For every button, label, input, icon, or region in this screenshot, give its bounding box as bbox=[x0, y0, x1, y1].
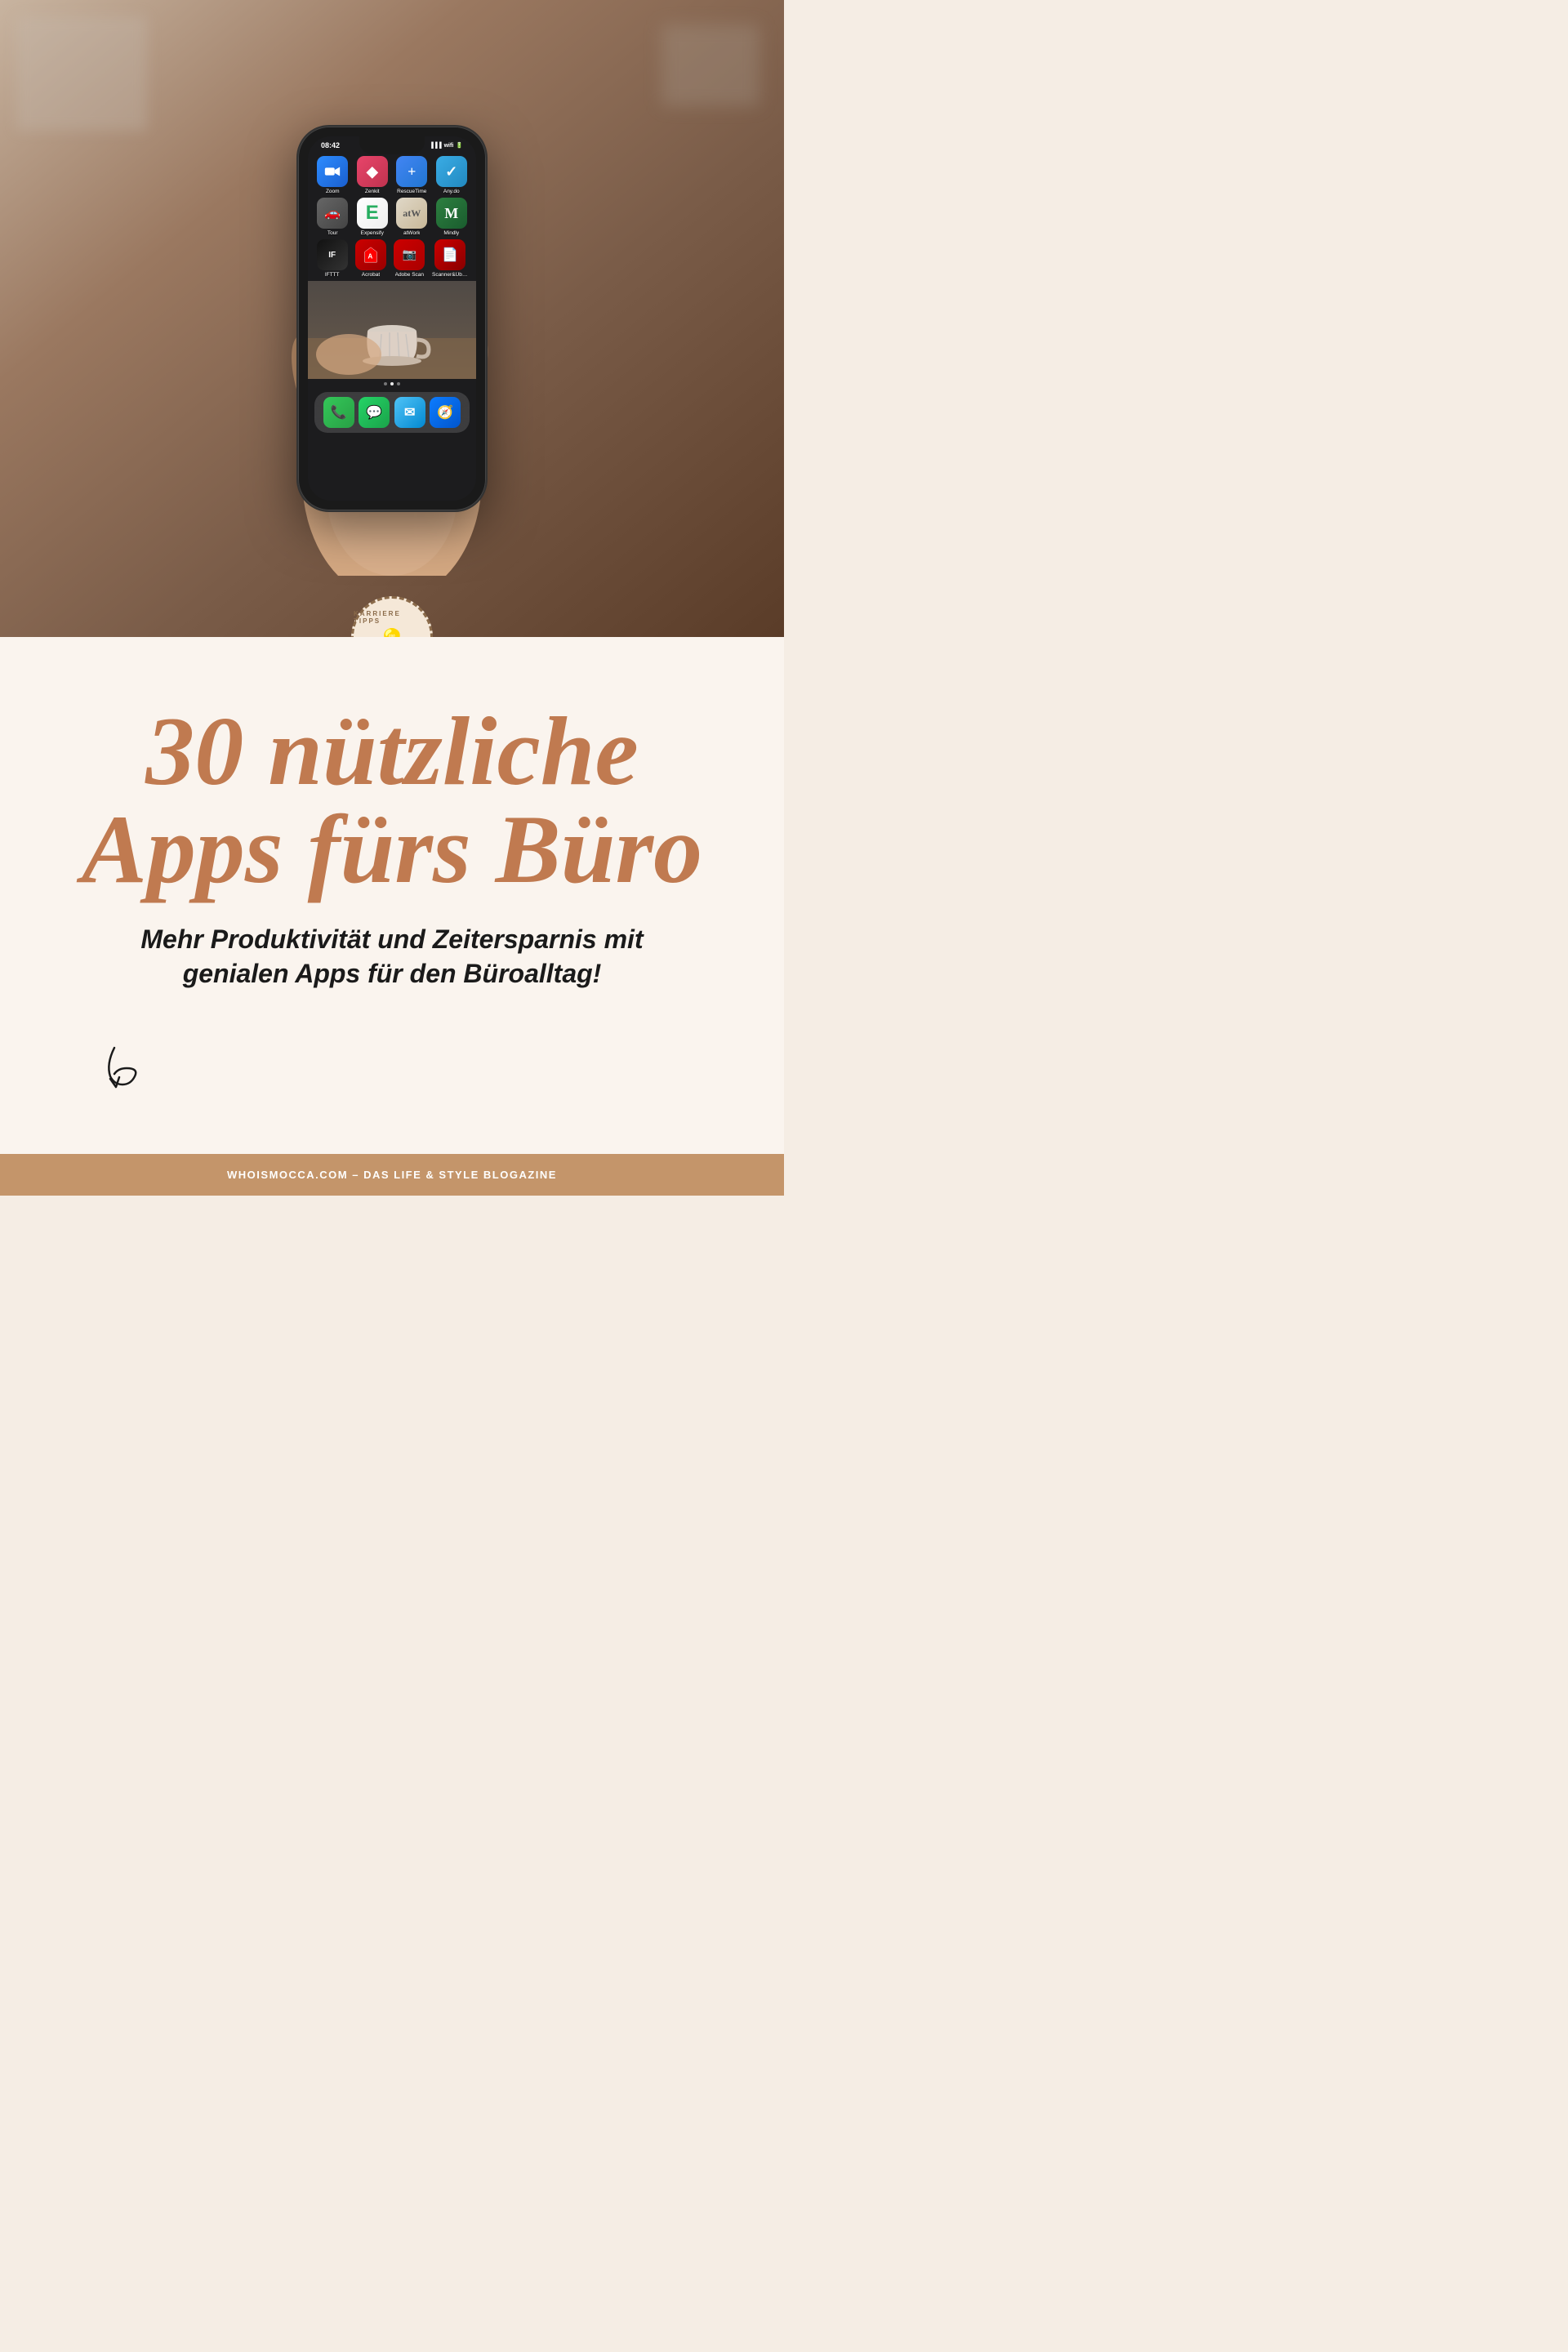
dot-2 bbox=[390, 382, 394, 385]
badge-label: KARRIERE TIPPS bbox=[354, 610, 430, 625]
anydo-label: Any.do bbox=[443, 189, 460, 194]
footer: WHOISMOCCA.COM – DAS LIFE & STYLE BLOGAZ… bbox=[0, 1154, 784, 1196]
bg-decor-right bbox=[662, 24, 760, 106]
phone-frame: 08:42 ▐▐▐ wifi 🔋 bbox=[298, 127, 486, 510]
main-title: 30 nützliche Apps fürs Büro bbox=[49, 702, 735, 898]
tour-label: Tour bbox=[327, 230, 338, 236]
acrobat-icon: A bbox=[355, 239, 386, 270]
subtitle-line1: Mehr Produktivität und Zeitersparnis mit bbox=[140, 924, 643, 954]
page-dots bbox=[308, 379, 476, 389]
app-ifttt[interactable]: IF IFTTT bbox=[316, 239, 348, 278]
wifi-icon: wifi bbox=[444, 143, 454, 149]
safari-icon: 🧭 bbox=[430, 397, 461, 428]
app-grid-row2: 🚗 Tour E Expensify bbox=[308, 198, 476, 239]
app-grid-row3: IF IFTTT A Acroba bbox=[308, 239, 476, 281]
hero-photo-section: 08:42 ▐▐▐ wifi 🔋 bbox=[0, 0, 784, 637]
zenkit-label: Zenkit bbox=[365, 189, 380, 194]
rescuetime-icon: + bbox=[396, 156, 427, 187]
dot-1 bbox=[384, 382, 387, 385]
anydo-icon: ✓ bbox=[436, 156, 467, 187]
zoom-label: Zoom bbox=[326, 189, 340, 194]
mindly-icon: M bbox=[436, 198, 467, 229]
dock-phone[interactable]: 📞 bbox=[323, 397, 354, 428]
phone-time: 08:42 bbox=[321, 141, 340, 149]
swirl-arrow-icon bbox=[98, 1031, 163, 1097]
mail-icon: ✉ bbox=[394, 397, 425, 428]
atwork-label: atWork bbox=[403, 230, 420, 236]
whatsapp-icon: 💬 bbox=[359, 397, 390, 428]
app-zenkit[interactable]: ◆ Zenkit bbox=[356, 156, 390, 194]
app-expensify[interactable]: E Expensify bbox=[356, 198, 390, 236]
tour-icon: 🚗 bbox=[317, 198, 348, 229]
dock-safari[interactable]: 🧭 bbox=[430, 397, 461, 428]
app-anydo[interactable]: ✓ Any.do bbox=[435, 156, 469, 194]
app-grid-row1: Zoom ◆ Zenkit + bbox=[308, 149, 476, 198]
expensify-icon: E bbox=[357, 198, 388, 229]
scanner-label: Scanner&Übers... bbox=[432, 272, 468, 278]
bg-decor-left bbox=[16, 16, 147, 131]
subtitle-line2: genialen Apps für den Büroalltag! bbox=[183, 959, 602, 988]
coffee-cup-illustration bbox=[308, 281, 476, 379]
battery-icon: 🔋 bbox=[456, 142, 463, 149]
footer-text: WHOISMOCCA.COM – DAS LIFE & STYLE BLOGAZ… bbox=[15, 1169, 769, 1181]
dock-whatsapp[interactable]: 💬 bbox=[359, 397, 390, 428]
adobescan-icon: 📷 bbox=[394, 239, 425, 270]
expensify-e-letter: E bbox=[366, 202, 379, 225]
karriere-tipps-badge: KARRIERE TIPPS 💡 bbox=[351, 596, 433, 637]
phone-screen: 08:42 ▐▐▐ wifi 🔋 bbox=[308, 136, 476, 501]
app-acrobat[interactable]: A Acrobat bbox=[354, 239, 386, 278]
content-section: 30 nützliche Apps fürs Büro Mehr Produkt… bbox=[0, 637, 784, 1154]
atwork-icon: atW bbox=[396, 198, 427, 229]
ifttt-label: IFTTT bbox=[325, 272, 340, 278]
app-rescuetime[interactable]: + RescueTime bbox=[395, 156, 429, 194]
badge-icon: 💡 bbox=[378, 627, 407, 637]
scanner-icon: 📄 bbox=[434, 239, 466, 270]
dot-3 bbox=[397, 382, 400, 385]
rescuetime-label: RescueTime bbox=[397, 189, 426, 194]
app-mindly[interactable]: M Mindly bbox=[435, 198, 469, 236]
mindly-label: Mindly bbox=[443, 230, 459, 236]
ifttt-icon: IF bbox=[317, 239, 348, 270]
phone-call-icon: 📞 bbox=[323, 397, 354, 428]
zoom-icon bbox=[317, 156, 348, 187]
phone-dock: 📞 💬 ✉ bbox=[314, 392, 470, 433]
app-zoom[interactable]: Zoom bbox=[316, 156, 350, 194]
swirl-decoration bbox=[49, 1023, 735, 1105]
dock-mail[interactable]: ✉ bbox=[394, 397, 425, 428]
status-icons: ▐▐▐ wifi 🔋 bbox=[430, 142, 463, 149]
app-adobescan[interactable]: 📷 Adobe Scan bbox=[394, 239, 425, 278]
phone-wallpaper bbox=[308, 281, 476, 379]
app-scanner[interactable]: 📄 Scanner&Übers... bbox=[432, 239, 468, 278]
expensify-label: Expensify bbox=[361, 230, 384, 236]
subtitle: Mehr Produktivität und Zeitersparnis mit… bbox=[49, 923, 735, 991]
zenkit-icon: ◆ bbox=[357, 156, 388, 187]
phone-hand-container: 08:42 ▐▐▐ wifi 🔋 bbox=[298, 127, 486, 510]
app-tour[interactable]: 🚗 Tour bbox=[316, 198, 350, 236]
phone-notch bbox=[359, 136, 425, 154]
app-atwork[interactable]: atW atWork bbox=[395, 198, 429, 236]
svg-text:A: A bbox=[368, 253, 372, 261]
acrobat-label: Acrobat bbox=[362, 272, 380, 278]
signal-icon: ▐▐▐ bbox=[430, 143, 442, 149]
adobescan-label: Adobe Scan bbox=[395, 272, 424, 278]
